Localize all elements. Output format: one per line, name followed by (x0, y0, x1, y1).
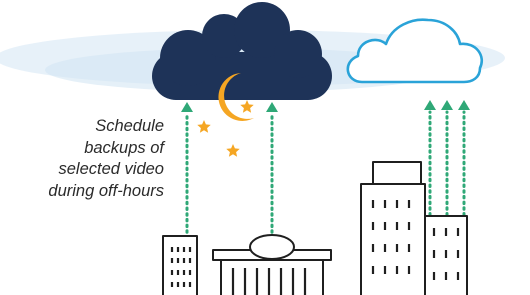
small-building (162, 235, 198, 295)
arrow-up-icon (458, 100, 470, 110)
tall-building (360, 161, 426, 295)
caption-line: backups of (84, 138, 164, 157)
arrow-up-icon (181, 102, 193, 112)
star-icon (197, 120, 211, 133)
schedule-caption: Schedule backups of selected video durin… (4, 116, 164, 202)
building-icon (162, 161, 468, 295)
star-icon (240, 100, 254, 113)
backup-schedule-diagram: Schedule backups of selected video durin… (0, 0, 530, 295)
arrow-up-icon (441, 100, 453, 110)
caption-line: selected video (58, 160, 165, 178)
center-building (212, 234, 332, 295)
caption-line: Schedule (95, 117, 164, 135)
arrow-up-icon (266, 102, 278, 112)
caption-line: during off-hours (48, 181, 164, 200)
annex-building (424, 215, 468, 295)
cloud-outline-icon (346, 18, 483, 84)
star-icon (226, 144, 240, 157)
arrow-up-icon (424, 100, 436, 110)
